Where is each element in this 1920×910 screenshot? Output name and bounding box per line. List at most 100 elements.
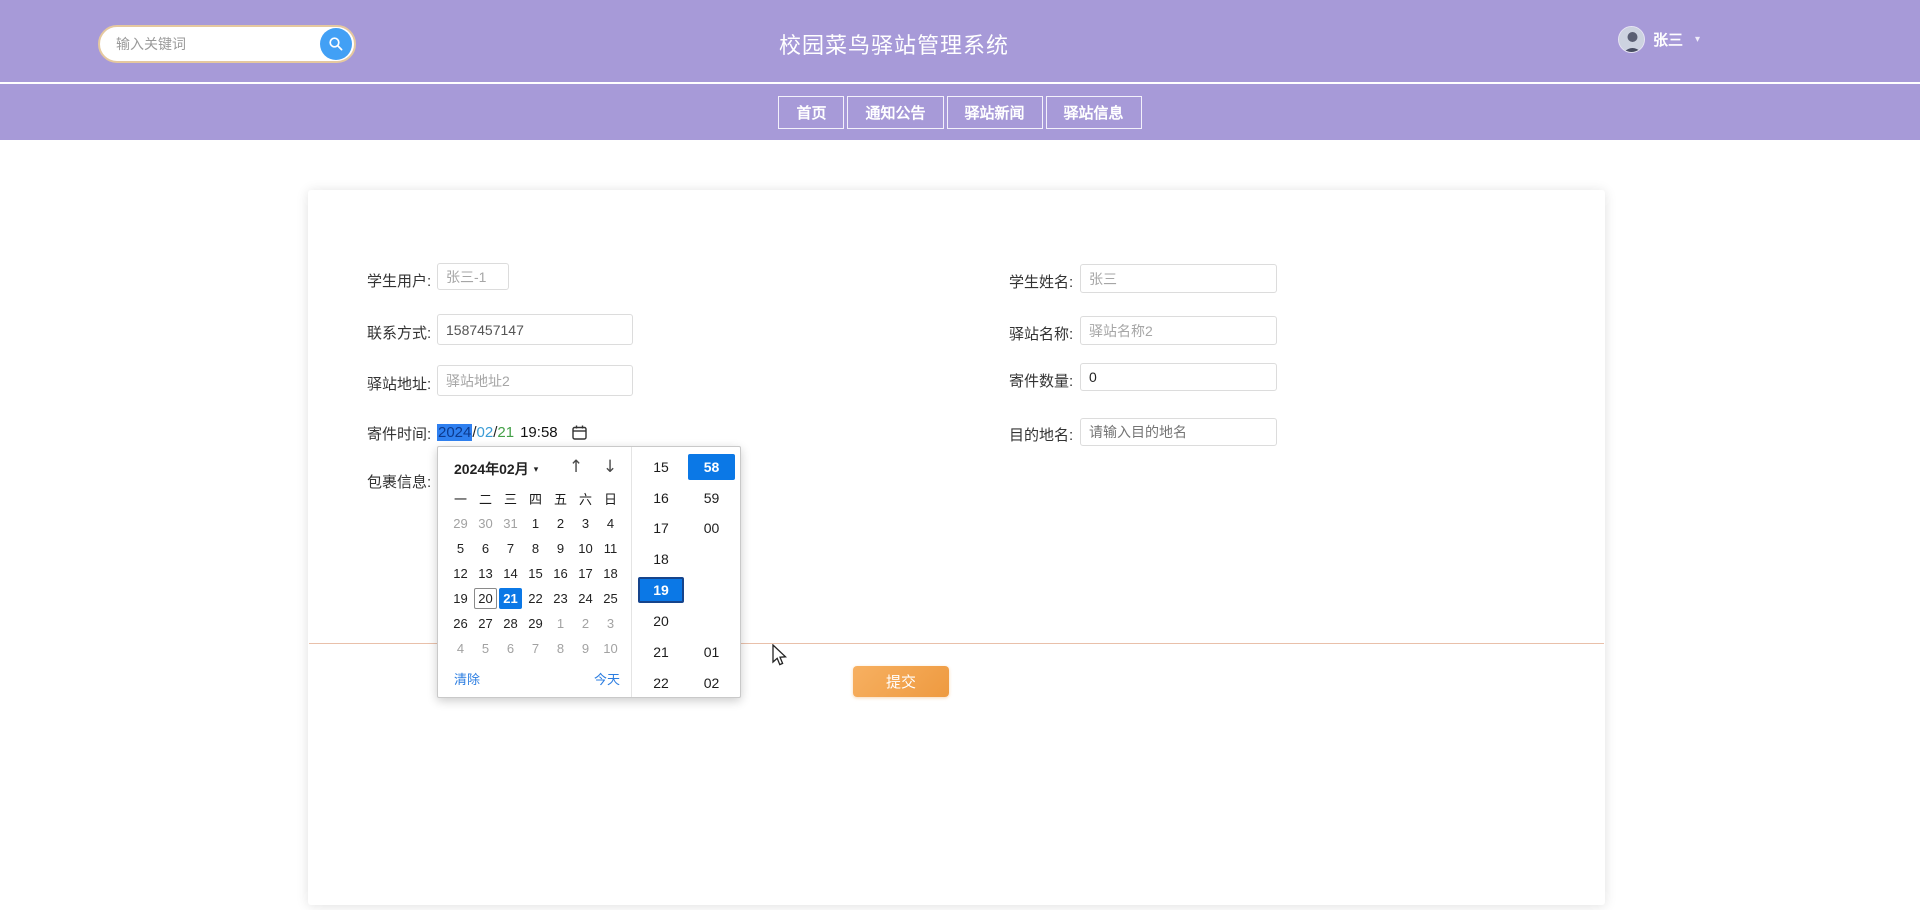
calendar-day[interactable]: 2: [573, 611, 598, 636]
nav-tab-home[interactable]: 首页: [778, 96, 844, 129]
calendar-day[interactable]: 13: [473, 561, 498, 586]
calendar-day[interactable]: 3: [573, 511, 598, 536]
calendar-day[interactable]: 25: [598, 586, 623, 611]
contact-input[interactable]: [437, 314, 633, 345]
calendar-day[interactable]: 16: [548, 561, 573, 586]
calendar-day[interactable]: 9: [573, 636, 598, 661]
nav-tab-station-info[interactable]: 驿站信息: [1046, 96, 1142, 129]
calendar-day[interactable]: 9: [548, 536, 573, 561]
chevron-down-icon: ▾: [1695, 34, 1700, 45]
weekday-label: 二: [473, 489, 498, 508]
datetime-month-segment[interactable]: 02: [477, 424, 494, 441]
calendar-day-grid: 2930311234567891011121314151617181920212…: [448, 511, 623, 661]
datetime-day-segment[interactable]: 21: [497, 424, 514, 441]
calendar-day[interactable]: 8: [548, 636, 573, 661]
nav-bar: 首页 通知公告 驿站新闻 驿站信息: [0, 84, 1920, 140]
next-month-button[interactable]: ↓: [598, 455, 622, 479]
nav-tab-news[interactable]: 驿站新闻: [947, 96, 1043, 129]
calendar-day[interactable]: 29: [523, 611, 548, 636]
down-arrow-icon: ↓: [603, 457, 617, 477]
calendar-day[interactable]: 10: [573, 536, 598, 561]
calendar-day[interactable]: 6: [498, 636, 523, 661]
calendar-day[interactable]: 5: [473, 636, 498, 661]
destination-input[interactable]: [1080, 418, 1277, 446]
submit-button[interactable]: 提交: [853, 666, 949, 697]
calendar-day[interactable]: 4: [598, 511, 623, 536]
calendar-day[interactable]: 27: [473, 611, 498, 636]
date-picker-popup: 2024年02月▾ ↑ ↓ 一二三四五六日 293031123456789101…: [437, 446, 741, 698]
hour-option[interactable]: 19: [638, 577, 684, 603]
hour-option[interactable]: 22: [638, 670, 684, 696]
calendar-day[interactable]: 21: [498, 586, 523, 611]
calendar-day[interactable]: 20: [473, 586, 498, 611]
calendar-day[interactable]: 23: [548, 586, 573, 611]
student-user-input[interactable]: [437, 263, 509, 290]
calendar-day[interactable]: 4: [448, 636, 473, 661]
search-button[interactable]: [320, 28, 352, 60]
minute-option[interactable]: 59: [688, 485, 735, 511]
minute-option[interactable]: 02: [688, 670, 735, 696]
package-info-label: 包裹信息:: [367, 471, 431, 492]
calendar-day[interactable]: 17: [573, 561, 598, 586]
calendar-day[interactable]: 5: [448, 536, 473, 561]
station-address-input[interactable]: [437, 365, 633, 396]
calendar-day[interactable]: 1: [523, 511, 548, 536]
station-name-input[interactable]: [1080, 316, 1277, 345]
search-icon: [328, 36, 344, 52]
calendar-day[interactable]: 6: [473, 536, 498, 561]
calendar-day[interactable]: 12: [448, 561, 473, 586]
clear-button[interactable]: 清除: [454, 669, 480, 688]
page-title: 校园菜鸟驿站管理系统: [779, 28, 1009, 60]
student-name-input[interactable]: [1080, 264, 1277, 293]
calendar-day[interactable]: 11: [598, 536, 623, 561]
hour-option[interactable]: 15: [638, 454, 684, 480]
calendar-day[interactable]: 24: [573, 586, 598, 611]
calendar-day[interactable]: 26: [448, 611, 473, 636]
nav-tab-notices[interactable]: 通知公告: [847, 96, 943, 129]
weekday-label: 五: [548, 489, 573, 508]
month-label: 2024年02月: [454, 461, 529, 477]
calendar-day[interactable]: 14: [498, 561, 523, 586]
hour-option[interactable]: 20: [638, 608, 684, 634]
weekday-label: 三: [498, 489, 523, 508]
month-dropdown[interactable]: 2024年02月 ▾: [454, 459, 538, 479]
calendar-day[interactable]: 29: [448, 511, 473, 536]
chevron-down-icon: ▾: [534, 464, 539, 474]
student-user-label: 学生用户:: [367, 270, 431, 291]
calendar-day[interactable]: 7: [498, 536, 523, 561]
package-count-input[interactable]: [1080, 363, 1277, 391]
calendar-picker-button[interactable]: [570, 422, 590, 442]
contact-label: 联系方式:: [367, 322, 431, 343]
today-button[interactable]: 今天: [594, 669, 620, 688]
calendar-day[interactable]: 31: [498, 511, 523, 536]
search-bar: [98, 25, 356, 63]
calendar-day[interactable]: 3: [598, 611, 623, 636]
hour-option[interactable]: 18: [638, 546, 684, 572]
search-input[interactable]: [100, 29, 354, 59]
hour-option[interactable]: 21: [638, 639, 684, 665]
hour-option[interactable]: 17: [638, 515, 684, 541]
calendar-day[interactable]: 15: [523, 561, 548, 586]
calendar-day[interactable]: 7: [523, 636, 548, 661]
calendar-day[interactable]: 30: [473, 511, 498, 536]
minute-option[interactable]: 00: [688, 515, 735, 541]
station-address-label: 驿站地址:: [367, 373, 431, 394]
calendar-day[interactable]: 10: [598, 636, 623, 661]
datetime-year-segment[interactable]: 2024: [437, 424, 472, 441]
user-name: 张三: [1653, 29, 1683, 50]
send-time-label: 寄件时间:: [367, 423, 431, 444]
prev-month-button[interactable]: ↑: [564, 455, 588, 479]
calendar-day[interactable]: 28: [498, 611, 523, 636]
calendar-day[interactable]: 1: [548, 611, 573, 636]
calendar-day[interactable]: 19: [448, 586, 473, 611]
user-menu[interactable]: 张三 ▾: [1618, 26, 1700, 53]
send-time-input[interactable]: 2024/02/2119:58: [437, 418, 590, 446]
calendar-day[interactable]: 22: [523, 586, 548, 611]
calendar-day[interactable]: 18: [598, 561, 623, 586]
calendar-day[interactable]: 8: [523, 536, 548, 561]
datetime-time-segment[interactable]: 19:58: [520, 424, 558, 441]
minute-option[interactable]: 58: [688, 454, 735, 480]
minute-option[interactable]: 01: [688, 639, 735, 665]
hour-option[interactable]: 16: [638, 485, 684, 511]
calendar-day[interactable]: 2: [548, 511, 573, 536]
